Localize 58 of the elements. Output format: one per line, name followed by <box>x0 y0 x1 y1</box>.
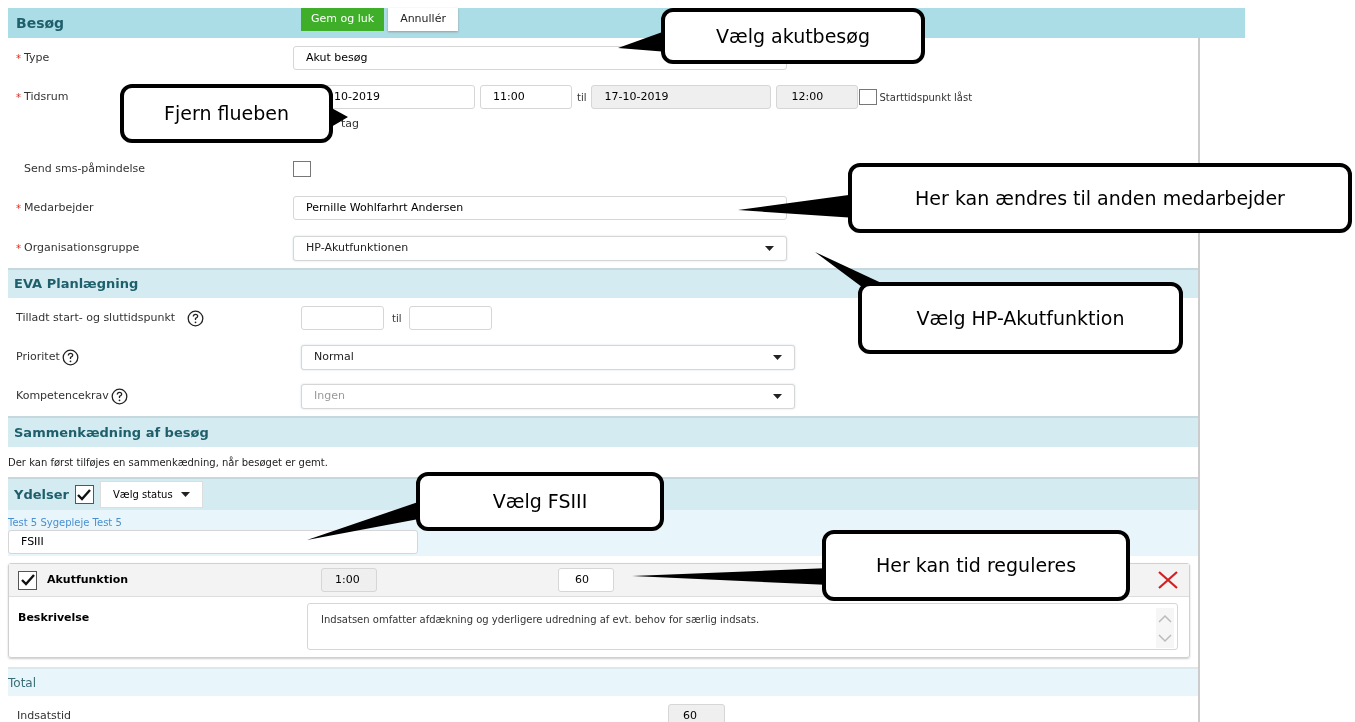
field-label: Beskrivelse <box>17 610 91 626</box>
required-asterisk: * <box>16 201 22 216</box>
callout: Her kan tid reguleres <box>822 530 1130 601</box>
total-header: Total <box>8 667 1198 696</box>
duration-field[interactable]: 1:00 <box>321 568 377 592</box>
callout: Vælg FSIII <box>416 472 664 531</box>
field-label: Medarbejder <box>24 199 94 216</box>
callout: Her kan ændres til anden medarbejder <box>848 163 1352 233</box>
section-header: Sammenkædning af besøg <box>8 416 1198 447</box>
required-asterisk: * <box>16 241 22 256</box>
time-field[interactable] <box>409 306 493 330</box>
total-field[interactable]: 60 <box>668 704 725 722</box>
caret-icon <box>773 355 782 360</box>
field-label: Type <box>24 49 50 66</box>
range-separator: til <box>392 311 402 326</box>
field-label: Organisationsgruppe <box>24 239 140 256</box>
field-label: Prioritet <box>16 349 60 366</box>
field-label: Tidsrum <box>24 88 69 105</box>
cancel-button[interactable]: Annullér <box>388 8 458 31</box>
minutes-field[interactable]: 60 <box>558 568 614 592</box>
search-field[interactable]: FSIII <box>8 530 418 554</box>
required-asterisk: * <box>16 90 22 105</box>
field-label: Indsatstid <box>16 707 73 722</box>
required-asterisk: * <box>16 51 22 66</box>
close-icon[interactable] <box>1157 571 1179 589</box>
field-label: tag <box>341 115 360 132</box>
help-icon[interactable] <box>187 309 205 327</box>
field-label: Send sms-påmindelse <box>24 160 146 177</box>
checkbox[interactable] <box>859 89 878 105</box>
time-field[interactable]: 12:00 <box>776 85 859 109</box>
checkbox[interactable] <box>18 570 37 590</box>
field-label: Kompetencekrav <box>16 388 109 405</box>
time-field[interactable]: 11:00 <box>480 85 572 109</box>
checkmark-icon <box>77 488 92 501</box>
service-name: Akutfunktion <box>46 571 130 588</box>
status-dropdown[interactable]: Vælg status <box>99 481 203 508</box>
select-field[interactable]: Normal <box>301 345 795 370</box>
checkbox[interactable] <box>74 485 94 504</box>
caret-icon <box>765 245 774 251</box>
checkbox-label: Starttidspunkt låst <box>879 90 973 105</box>
caret-icon <box>180 492 190 497</box>
field-label: Tilladt start- og sluttidspunkt <box>16 309 176 326</box>
checkbox[interactable] <box>293 161 311 177</box>
range-separator: til <box>577 90 587 105</box>
checkmark-icon <box>20 574 35 586</box>
info-text: Der kan først tilføjes en sammenkædning, når besøget er gemt. <box>8 455 328 470</box>
date-field[interactable]: 17-10-2019 <box>591 85 772 109</box>
select-field[interactable]: HP-Akutfunktionen <box>293 235 787 261</box>
description-field[interactable]: Indsatsen omfatter afdækning og yderligere udredning af evt. behov for særlig indsats. <box>307 603 1178 650</box>
time-field[interactable] <box>301 306 384 330</box>
text-field[interactable]: Pernille Wohlfarhrt Andersen <box>293 196 787 220</box>
help-icon[interactable] <box>61 349 79 366</box>
callout: Fjern flueben <box>120 84 333 143</box>
caret-icon <box>773 394 782 399</box>
callout: Vælg akutbesøg <box>661 8 925 64</box>
page-title: Besøg <box>15 13 66 33</box>
callout: Vælg HP-Akutfunktion <box>858 282 1183 354</box>
help-icon[interactable] <box>110 388 128 405</box>
